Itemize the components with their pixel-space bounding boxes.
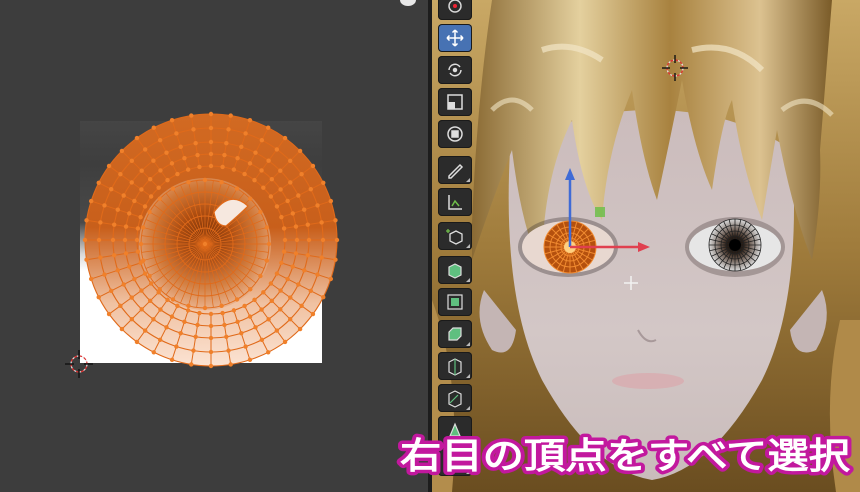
move-arrows-icon[interactable]: [438, 24, 472, 52]
bevel-icon[interactable]: [438, 320, 472, 348]
header-icon-fragment: [400, 0, 416, 6]
caption-text: 右目の頂点をすべて選択: [400, 436, 851, 477]
annotate-pencil-icon[interactable]: [438, 156, 472, 184]
rotate-icon[interactable]: [438, 56, 472, 84]
measure-ruler-icon[interactable]: [438, 188, 472, 216]
loop-cut-icon[interactable]: [438, 352, 472, 380]
3d-viewport[interactable]: [432, 0, 860, 492]
add-cube-icon[interactable]: [438, 222, 472, 250]
scale-icon[interactable]: [438, 88, 472, 116]
inset-faces-icon[interactable]: [438, 288, 472, 316]
extrude-region-icon[interactable]: [438, 256, 472, 284]
viewport-scene: [432, 0, 860, 492]
left-eye-wireframe[interactable]: [685, 217, 785, 277]
uv-editor[interactable]: [0, 0, 428, 492]
transform-icon[interactable]: [438, 120, 472, 148]
caption-overlay: 右目の頂点をすべて選択: [392, 424, 856, 484]
uv-canvas[interactable]: [0, 0, 428, 492]
knife-icon[interactable]: [438, 384, 472, 412]
mouth: [612, 373, 684, 389]
select-box-icon[interactable]: [438, 0, 472, 20]
tool-shelf: [438, 0, 474, 492]
